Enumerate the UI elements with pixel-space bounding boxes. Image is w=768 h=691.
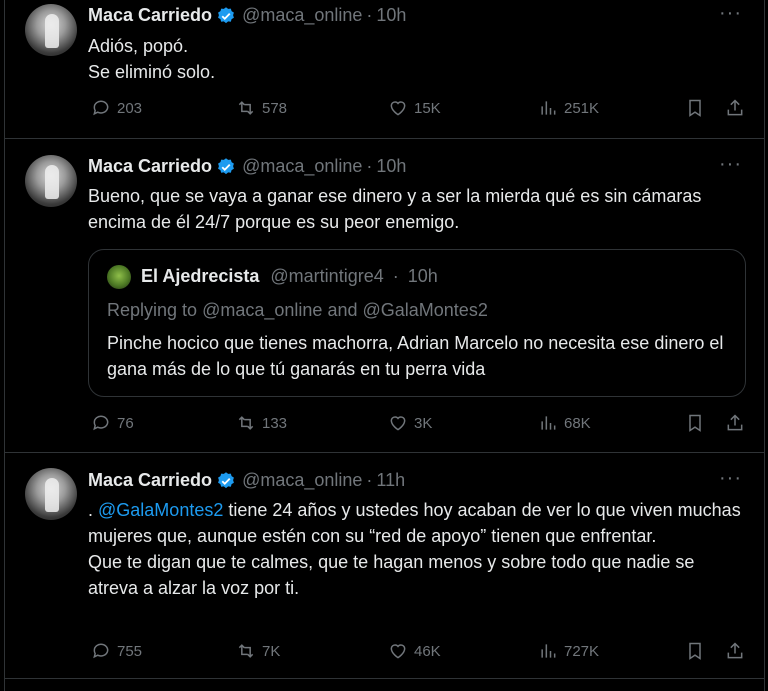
separator-dot: · [366, 5, 373, 25]
avatar[interactable] [25, 468, 77, 520]
share-button[interactable] [725, 413, 745, 433]
reply-button[interactable]: 755 [91, 641, 142, 661]
text-prefix: . [88, 500, 99, 520]
more-options-icon[interactable]: ··· [719, 153, 742, 176]
more-options-icon[interactable]: ··· [719, 2, 742, 25]
tweet-header: Maca Carriedo @maca_online · 11h [88, 470, 405, 491]
quoted-author-handle[interactable]: @martintigre4 [270, 266, 383, 286]
view-count: 727K [564, 642, 600, 660]
bookmark-button[interactable] [685, 98, 705, 118]
more-options-icon[interactable]: ··· [719, 467, 742, 490]
author-handle[interactable]: @maca_online [242, 470, 362, 491]
retweet-count: 578 [262, 99, 288, 117]
share-button[interactable] [725, 641, 745, 661]
like-button[interactable]: 46K [388, 641, 441, 661]
timestamp[interactable]: 10h [376, 156, 406, 177]
separator-dot: · [366, 156, 373, 176]
quoted-tweet[interactable]: El Ajedrecista @martintigre4 · 10h Reply… [88, 249, 746, 397]
verified-badge-icon [218, 157, 234, 174]
replying-to-label: Replying to [107, 300, 198, 320]
reply-count: 76 [117, 414, 134, 432]
retweet-icon [238, 644, 254, 658]
reply-icon [93, 100, 109, 116]
share-icon [727, 99, 743, 116]
bookmark-button[interactable] [685, 641, 705, 661]
avatar[interactable] [25, 4, 77, 56]
share-icon [727, 414, 743, 431]
like-count: 3K [414, 414, 433, 432]
analytics-icon [541, 644, 556, 658]
retweet-button[interactable]: 578 [236, 98, 287, 118]
bookmark-icon [689, 414, 701, 432]
tweet[interactable]: Maca Carriedo @maca_online · 11h ··· . @… [5, 453, 764, 679]
verified-badge-icon [218, 471, 234, 488]
verified-badge-icon [218, 6, 234, 23]
like-count: 15K [414, 99, 441, 117]
replying-to: Replying to @maca_online and @GalaMontes… [107, 300, 488, 321]
author-name[interactable]: Maca Carriedo [88, 470, 212, 491]
author-name[interactable]: Maca Carriedo [88, 5, 212, 26]
like-button[interactable]: 3K [388, 413, 432, 433]
reply-count: 755 [117, 642, 143, 660]
analytics-icon [541, 416, 556, 430]
separator-dot: · [366, 470, 373, 490]
quoted-avatar[interactable] [107, 265, 131, 289]
like-count: 46K [414, 642, 441, 660]
share-icon [727, 642, 743, 659]
reply-button[interactable]: 76 [91, 413, 134, 433]
reply-button[interactable]: 203 [91, 98, 142, 118]
retweet-count: 133 [262, 414, 288, 432]
reply-count: 203 [117, 99, 143, 117]
bookmark-icon [689, 642, 701, 660]
quoted-author-name[interactable]: El Ajedrecista [141, 266, 259, 286]
action-bar: 203 578 15K 251K [88, 98, 748, 122]
avatar[interactable] [25, 155, 77, 207]
retweet-icon [238, 416, 254, 430]
views-button[interactable]: 251K [538, 98, 599, 118]
bookmark-button[interactable] [685, 413, 705, 433]
timestamp[interactable]: 10h [376, 5, 406, 26]
analytics-icon [541, 101, 556, 115]
author-name[interactable]: Maca Carriedo [88, 156, 212, 177]
tweet-header: Maca Carriedo @maca_online · 10h [88, 156, 406, 177]
tweet-text: Bueno, que se vaya a ganar ese dinero y … [88, 186, 707, 232]
action-bar: 76 133 3K 68K [88, 413, 748, 437]
tweet-header: Maca Carriedo @maca_online · 10h [88, 5, 406, 26]
quoted-header: El Ajedrecista @martintigre4 · 10h [141, 266, 438, 287]
tweet[interactable]: Maca Carriedo @maca_online · 10h ··· Adi… [5, 0, 764, 139]
retweet-button[interactable]: 133 [236, 413, 287, 433]
reply-mention[interactable]: @GalaMontes2 [363, 300, 488, 320]
retweet-icon [238, 101, 254, 115]
quoted-text: Pinche hocico que tienes machorra, Adria… [107, 333, 724, 379]
heart-icon [390, 416, 406, 431]
author-handle[interactable]: @maca_online [242, 156, 362, 177]
tweet[interactable]: Maca Carriedo @maca_online · 10h ··· Bue… [5, 139, 764, 453]
timestamp[interactable]: 11h [376, 470, 405, 491]
heart-icon [390, 101, 406, 116]
views-button[interactable]: 727K [538, 641, 599, 661]
separator-dot: · [392, 266, 399, 286]
timeline-feed: Maca Carriedo @maca_online · 10h ··· Adi… [4, 0, 765, 691]
bookmark-icon [689, 99, 701, 117]
reply-icon [93, 643, 109, 659]
tweet-text: Adiós, popó. Se eliminó solo. [88, 36, 216, 82]
retweet-button[interactable]: 7K [236, 641, 280, 661]
views-button[interactable]: 68K [538, 413, 591, 433]
reply-mention[interactable]: @maca_online [202, 300, 322, 320]
author-handle[interactable]: @maca_online [242, 5, 362, 26]
tweet-text: . @GalaMontes2 tiene 24 años y ustedes h… [88, 497, 748, 601]
share-button[interactable] [725, 98, 745, 118]
mention-link[interactable]: @GalaMontes2 [98, 500, 223, 520]
reply-icon [93, 415, 109, 431]
like-button[interactable]: 15K [388, 98, 441, 118]
quoted-timestamp[interactable]: 10h [408, 266, 438, 286]
heart-icon [390, 644, 406, 659]
retweet-count: 7K [262, 642, 281, 660]
view-count: 251K [564, 99, 600, 117]
view-count: 68K [564, 414, 591, 432]
replying-and: and [327, 300, 358, 320]
action-bar: 755 7K 46K 727K [88, 641, 748, 665]
